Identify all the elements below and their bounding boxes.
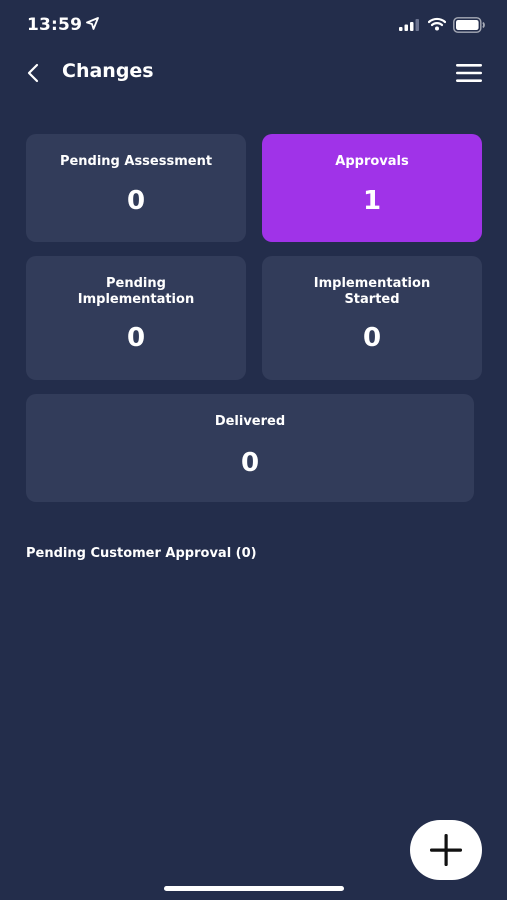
card-label: Pending Implementation bbox=[77, 276, 195, 307]
battery-icon bbox=[453, 17, 485, 33]
section-title: Pending Customer Approval (0) bbox=[26, 546, 257, 561]
card-count: 1 bbox=[362, 186, 382, 216]
status-time: 13:59 bbox=[27, 15, 83, 35]
plus-icon bbox=[430, 834, 462, 866]
card-pending-assessment[interactable]: Pending Assessment 0 bbox=[26, 134, 246, 242]
card-count: 0 bbox=[126, 186, 146, 216]
status-bar: 13:59 bbox=[0, 0, 507, 50]
card-label: Implementation Started bbox=[313, 276, 431, 307]
back-button[interactable] bbox=[18, 58, 48, 88]
card-label: Delivered bbox=[214, 414, 286, 429]
menu-button[interactable] bbox=[452, 58, 486, 88]
location-arrow-icon bbox=[86, 17, 99, 30]
card-count: 0 bbox=[362, 323, 382, 353]
card-label: Pending Assessment bbox=[59, 154, 213, 169]
card-delivered[interactable]: Delivered 0 bbox=[26, 394, 474, 502]
card-pending-implementation[interactable]: Pending Implementation 0 bbox=[26, 256, 246, 380]
home-indicator bbox=[164, 886, 344, 891]
wifi-icon bbox=[428, 17, 446, 31]
page-title: Changes bbox=[62, 60, 154, 82]
card-approvals[interactable]: Approvals 1 bbox=[262, 134, 482, 242]
card-label: Approvals bbox=[335, 154, 409, 169]
card-implementation-started[interactable]: Implementation Started 0 bbox=[262, 256, 482, 380]
card-count: 0 bbox=[126, 323, 146, 353]
add-button[interactable] bbox=[410, 820, 482, 880]
card-count: 0 bbox=[240, 448, 260, 478]
signal-icon bbox=[399, 19, 419, 31]
header: Changes bbox=[0, 50, 507, 96]
hamburger-menu-icon bbox=[456, 64, 482, 82]
back-chevron-icon bbox=[27, 63, 39, 83]
